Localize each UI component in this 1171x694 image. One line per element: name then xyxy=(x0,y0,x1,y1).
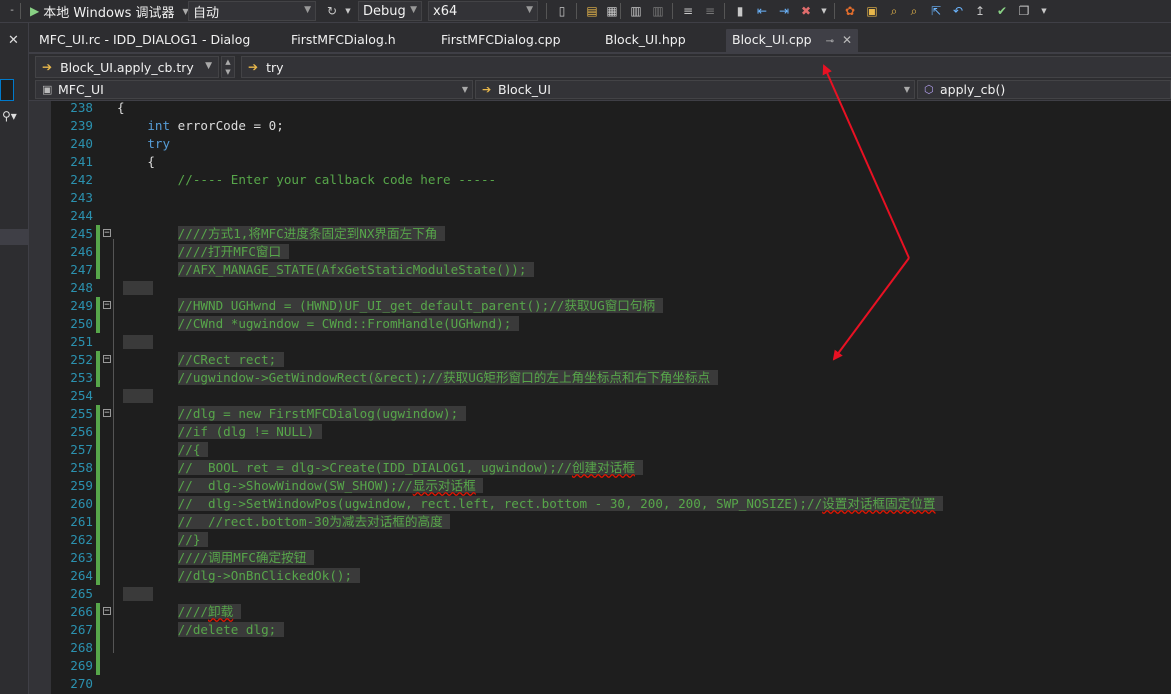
annotation-arrow-to-tab xyxy=(822,64,910,259)
annotation-arrow-to-code xyxy=(832,257,910,361)
annotation-arrows xyxy=(822,64,910,361)
